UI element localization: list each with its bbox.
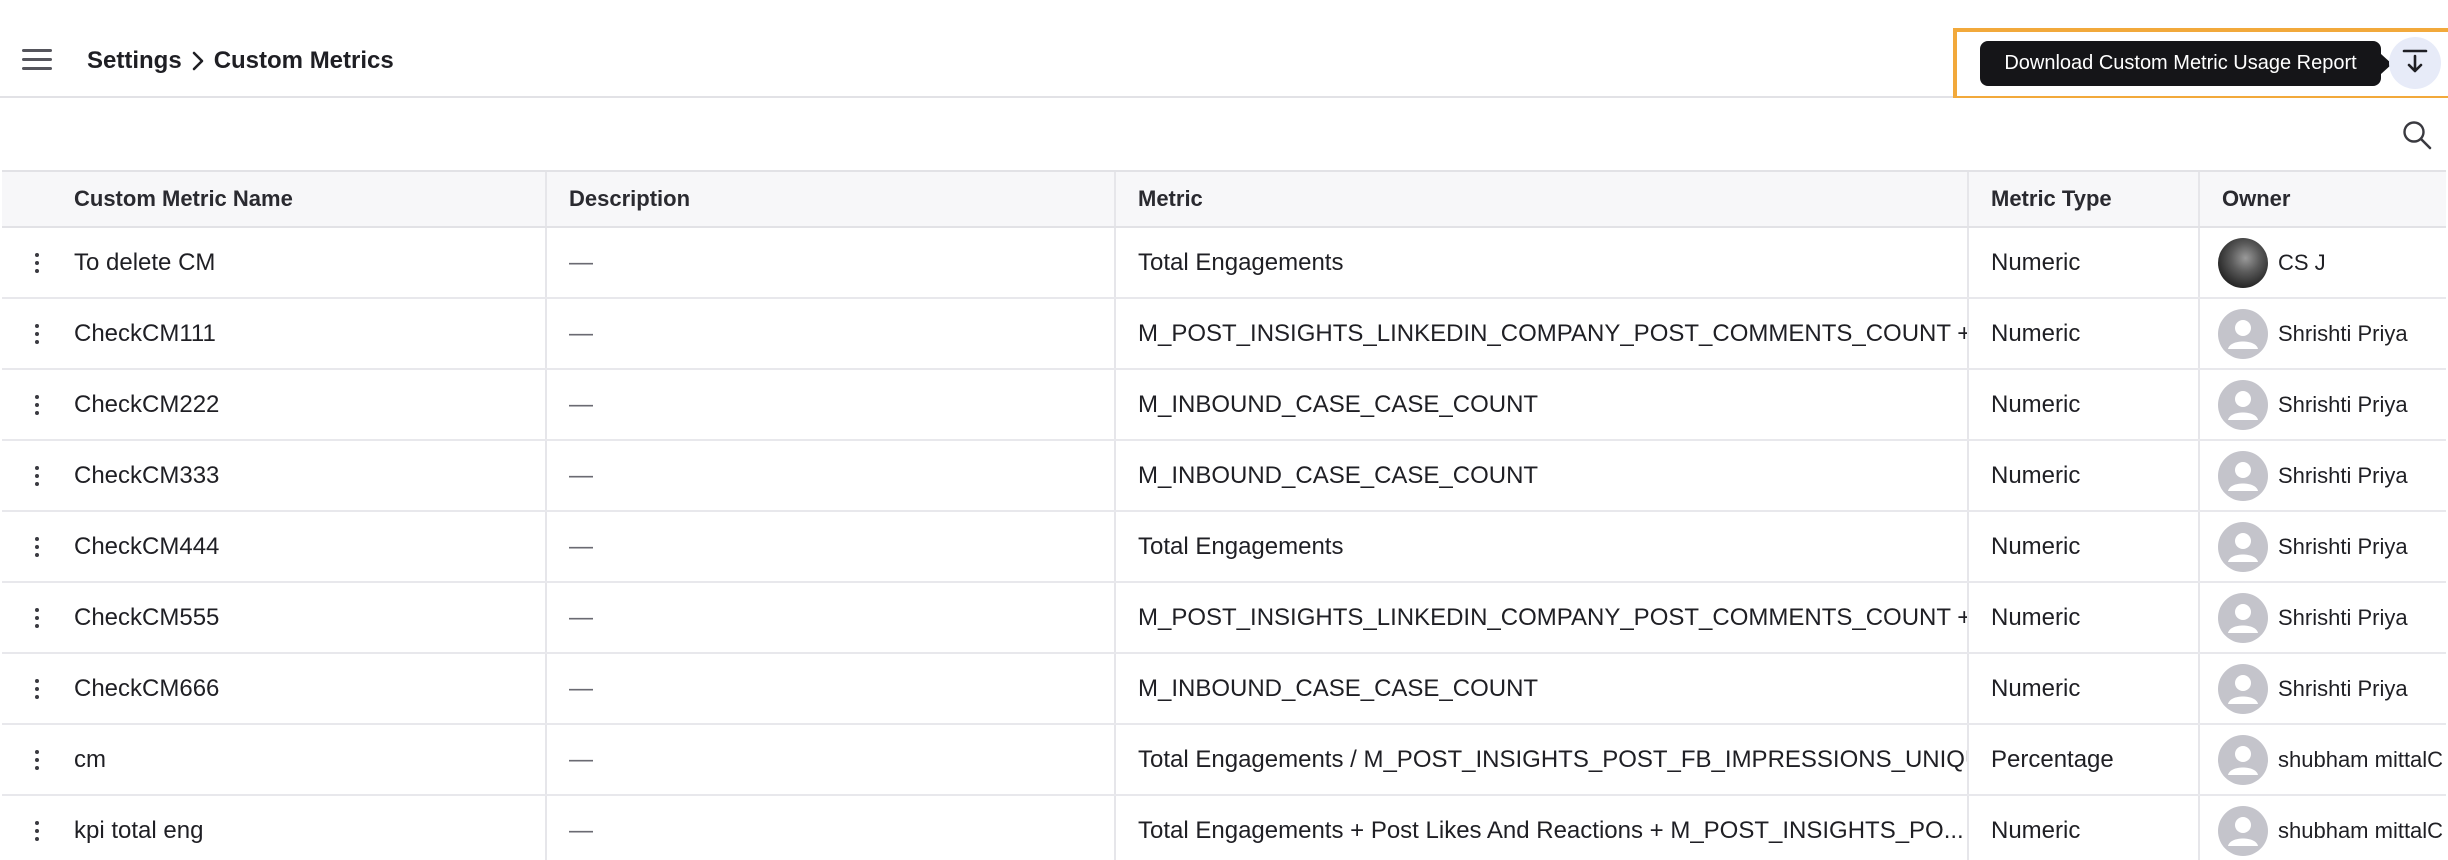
user-avatar-icon — [2218, 805, 2268, 856]
cell-description: — — [547, 441, 1116, 510]
cell-metric: Total Engagements + Post Likes And React… — [1116, 796, 1969, 860]
column-header-owner[interactable]: Owner — [2200, 172, 2446, 226]
cell-owner: Shrishti Priya — [2200, 370, 2446, 439]
cell-description: — — [547, 370, 1116, 439]
cell-metric: M_INBOUND_CASE_CASE_COUNT — [1116, 654, 1969, 723]
kebab-menu-icon[interactable] — [27, 673, 47, 705]
user-avatar-icon — [2218, 734, 2268, 785]
owner-name: Shrishti Priya — [2278, 604, 2408, 630]
cell-name[interactable]: CheckCM333 — [72, 441, 547, 510]
cell-metric: Total Engagements — [1116, 228, 1969, 297]
cell-description: — — [547, 796, 1116, 860]
column-header-description[interactable]: Description — [547, 172, 1116, 226]
cell-metric-type: Numeric — [1969, 228, 2200, 297]
cell-description: — — [547, 512, 1116, 581]
cell-name[interactable]: CheckCM555 — [72, 583, 547, 652]
owner-name: Shrishti Priya — [2278, 533, 2408, 559]
cell-name[interactable]: CheckCM666 — [72, 654, 547, 723]
cell-name[interactable]: CheckCM444 — [72, 512, 547, 581]
cell-description: — — [547, 725, 1116, 794]
cell-metric-type: Numeric — [1969, 583, 2200, 652]
download-report-icon — [2401, 47, 2429, 80]
download-tooltip: Download Custom Metric Usage Report — [1980, 41, 2392, 86]
cell-owner: Shrishti Priya — [2200, 512, 2446, 581]
cell-owner: Shrishti Priya — [2200, 583, 2446, 652]
hamburger-menu-icon[interactable] — [22, 49, 52, 71]
table-row[interactable]: CheckCM555— M_POST_INSIGHTS_LINKEDIN_COMP… — [2, 583, 2446, 654]
cell-metric: M_POST_INSIGHTS_LINKEDIN_COMPANY_POST_CO… — [1116, 299, 1969, 368]
user-avatar-icon — [2218, 237, 2268, 288]
owner-name: Shrishti Priya — [2278, 675, 2408, 701]
table-toolbar — [0, 98, 2448, 170]
user-avatar-icon — [2218, 308, 2268, 359]
kebab-menu-icon[interactable] — [27, 389, 47, 421]
cell-name[interactable]: CheckCM111 — [72, 299, 547, 368]
cell-owner: shubham mittalC — [2200, 796, 2446, 860]
cell-description: — — [547, 299, 1116, 368]
table-row[interactable]: CheckCM333— M_INBOUND_CASE_CASE_COUNT Nume… — [2, 441, 2446, 512]
table-row[interactable]: CheckCM111— M_POST_INSIGHTS_LINKEDIN_COMP… — [2, 299, 2446, 370]
cell-metric-type: Numeric — [1969, 370, 2200, 439]
cell-owner: shubham mittalC — [2200, 725, 2446, 794]
cell-metric: Total Engagements / M_POST_INSIGHTS_POST… — [1116, 725, 1969, 794]
table-header: Custom Metric Name Description Metric Me… — [2, 172, 2446, 228]
breadcrumb-custom-metrics: Custom Metrics — [213, 47, 394, 74]
cell-description: — — [547, 228, 1116, 297]
cell-name[interactable]: cm — [72, 725, 547, 794]
user-avatar-icon — [2218, 379, 2268, 430]
owner-name: Shrishti Priya — [2278, 320, 2408, 346]
owner-name: Shrishti Priya — [2278, 462, 2408, 488]
column-header-metric[interactable]: Metric — [1116, 172, 1969, 226]
cell-metric: M_INBOUND_CASE_CASE_COUNT — [1116, 441, 1969, 510]
cell-description: — — [547, 583, 1116, 652]
cell-metric-type: Numeric — [1969, 796, 2200, 860]
cell-metric: M_POST_INSIGHTS_LINKEDIN_COMPANY_POST_CO… — [1116, 583, 1969, 652]
chevron-right-icon — [190, 50, 206, 72]
breadcrumb: Settings Custom Metrics — [87, 47, 394, 75]
table-row[interactable]: kpi total eng — Total Engagements + Post L… — [2, 796, 2446, 860]
user-avatar-icon — [2218, 592, 2268, 643]
table-row[interactable]: CheckCM666— M_INBOUND_CASE_CASE_COUNT Nume… — [2, 654, 2446, 725]
kebab-menu-icon[interactable] — [27, 602, 47, 634]
cell-metric-type: Percentage — [1969, 725, 2200, 794]
kebab-menu-icon[interactable] — [27, 318, 47, 350]
cell-owner: Shrishti Priya — [2200, 654, 2446, 723]
cell-owner: Shrishti Priya — [2200, 441, 2446, 510]
cell-name[interactable]: CheckCM222 — [72, 370, 547, 439]
kebab-menu-icon[interactable] — [27, 531, 47, 563]
table-row[interactable]: CheckCM222— M_INBOUND_CASE_CASE_COUNT Nume… — [2, 370, 2446, 441]
owner-name: shubham mittalC — [2278, 817, 2444, 843]
column-header-metric-type[interactable]: Metric Type — [1969, 172, 2200, 226]
user-avatar-icon — [2218, 450, 2268, 501]
table-row[interactable]: CheckCM444— Total Engagements Numeric Shris… — [2, 512, 2446, 583]
table-row[interactable]: To delete CM — Total Engagements Numeric CS … — [2, 228, 2446, 299]
download-report-button[interactable] — [2389, 37, 2441, 89]
owner-name: shubham mittalC — [2278, 746, 2444, 772]
cell-metric-type: Numeric — [1969, 299, 2200, 368]
kebab-menu-icon[interactable] — [27, 247, 47, 279]
custom-metrics-table: Custom Metric Name Description Metric Me… — [2, 170, 2446, 860]
cell-metric-type: Numeric — [1969, 654, 2200, 723]
kebab-menu-icon[interactable] — [27, 744, 47, 776]
cell-description: — — [547, 654, 1116, 723]
cell-name[interactable]: kpi total eng — [72, 796, 547, 860]
cell-owner: CS J — [2200, 228, 2446, 297]
user-avatar-icon — [2218, 521, 2268, 572]
cell-metric: M_INBOUND_CASE_CASE_COUNT — [1116, 370, 1969, 439]
owner-name: Shrishti Priya — [2278, 391, 2408, 417]
column-header-name[interactable]: Custom Metric Name — [72, 172, 547, 226]
search-icon — [2400, 121, 2434, 156]
user-avatar-icon — [2218, 663, 2268, 714]
cell-metric-type: Numeric — [1969, 441, 2200, 510]
cell-name[interactable]: To delete CM — [72, 228, 547, 297]
cell-metric-type: Numeric — [1969, 512, 2200, 581]
search-button[interactable] — [2400, 118, 2434, 152]
cell-metric: Total Engagements — [1116, 512, 1969, 581]
kebab-menu-icon[interactable] — [27, 460, 47, 492]
owner-name: CS J — [2278, 249, 2326, 275]
table-row[interactable]: cm — Total Engagements / M_POST_INSIGHTS_P… — [2, 725, 2446, 796]
kebab-menu-icon[interactable] — [27, 815, 47, 847]
breadcrumb-settings[interactable]: Settings — [87, 47, 182, 75]
cell-owner: Shrishti Priya — [2200, 299, 2446, 368]
